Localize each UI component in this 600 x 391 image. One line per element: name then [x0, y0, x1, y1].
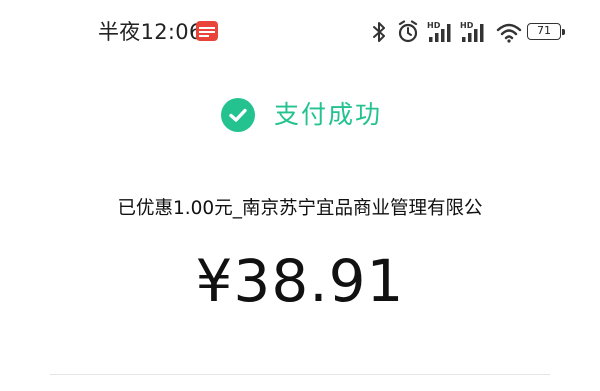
hd-signal-icon: HD	[460, 21, 484, 42]
svg-text:HD: HD	[427, 21, 441, 30]
payment-result-screen: 半夜12:06 HD HD 71 支付成功 已优惠1.00元_南京苏宁宜品商业管…	[0, 0, 600, 391]
bluetooth-icon	[373, 22, 385, 42]
battery-indicator: 71	[527, 23, 561, 40]
battery-tip	[562, 29, 565, 35]
alarm-icon	[398, 20, 418, 43]
svg-text:HD: HD	[460, 21, 474, 30]
status-time: 半夜12:06	[98, 20, 203, 44]
merchant-discount-line: 已优惠1.00元_南京苏宁宜品商业管理有限公	[117, 198, 483, 219]
app-notification-icon	[196, 21, 218, 41]
wifi-icon	[496, 23, 522, 43]
status-bar: 半夜12:06 HD HD 71	[0, 0, 600, 64]
payment-amount: ¥38.91	[195, 247, 405, 315]
hd-signal-icon: HD	[427, 21, 451, 42]
check-circle-icon	[221, 98, 255, 132]
payment-status-text: 支付成功	[274, 100, 383, 129]
divider	[50, 374, 550, 375]
